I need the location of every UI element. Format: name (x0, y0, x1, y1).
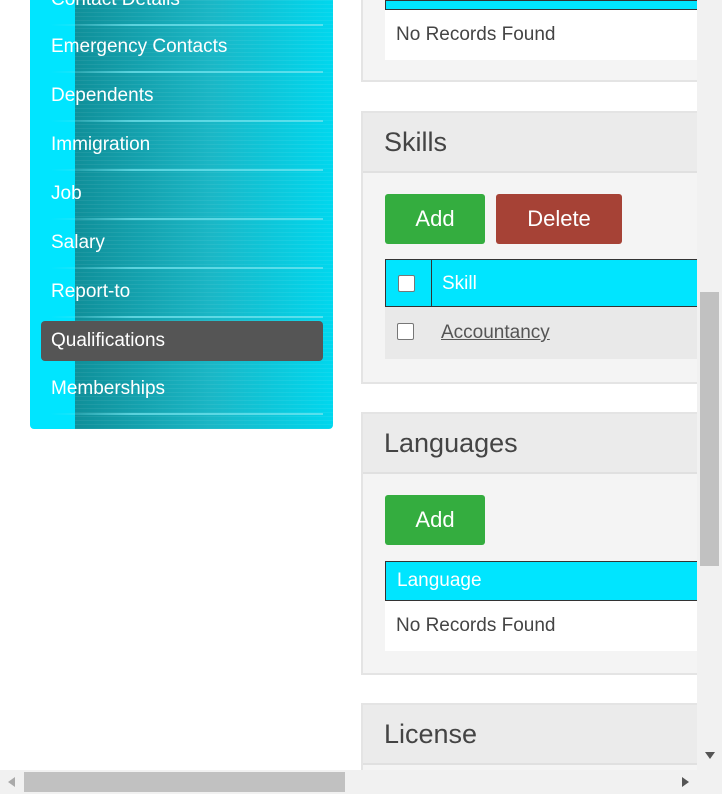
scroll-down-arrow-icon[interactable] (705, 752, 715, 759)
languages-title: Languages (363, 414, 706, 474)
vertical-scrollbar-thumb[interactable] (700, 292, 719, 566)
sidebar-item-report-to[interactable]: Report-to (41, 272, 323, 318)
sidebar-item-emergency-contacts[interactable]: Emergency Contacts (41, 27, 323, 73)
sidebar-item-contact-details[interactable]: Contact Details (41, 0, 323, 26)
add-language-button[interactable]: Add (385, 495, 485, 545)
column-divider (431, 260, 432, 306)
table-row: Accountancy (385, 307, 706, 359)
sidebar-item-job[interactable]: Job (41, 174, 323, 220)
scrollbar-corner (697, 770, 722, 794)
skills-title: Skills (363, 113, 706, 173)
empty-row: No Records Found (385, 10, 706, 60)
delete-skill-button[interactable]: Delete (496, 194, 622, 244)
license-title: License (363, 705, 706, 765)
sidebar-menu: Contact Details Emergency Contacts Depen… (30, 0, 333, 429)
sidebar-item-qualifications[interactable]: Qualifications (41, 321, 323, 361)
skills-panel: Skills Add Delete Skill Accountancy (361, 111, 706, 384)
add-skill-button[interactable]: Add (385, 194, 485, 244)
language-column-header: Language (385, 561, 706, 601)
empty-row: No Records Found (385, 601, 706, 651)
sidebar-item-dependents[interactable]: Dependents (41, 76, 323, 122)
horizontal-scrollbar-thumb[interactable] (24, 772, 345, 792)
scroll-left-arrow-icon[interactable] (8, 777, 15, 787)
previous-section-panel: No Records Found (361, 0, 706, 82)
select-all-checkbox[interactable] (398, 275, 415, 292)
row-checkbox[interactable] (397, 323, 414, 340)
sidebar-item-memberships[interactable]: Memberships (41, 369, 323, 415)
sidebar-item-salary[interactable]: Salary (41, 223, 323, 269)
scroll-right-arrow-icon[interactable] (682, 777, 689, 787)
skill-link[interactable]: Accountancy (441, 322, 550, 343)
languages-panel: Languages Add Language No Records Found (361, 412, 706, 675)
skill-column-header[interactable]: Skill (442, 260, 477, 308)
sidebar-item-immigration[interactable]: Immigration (41, 125, 323, 171)
skills-table-header: Skill (385, 259, 706, 307)
table-header (385, 0, 706, 10)
